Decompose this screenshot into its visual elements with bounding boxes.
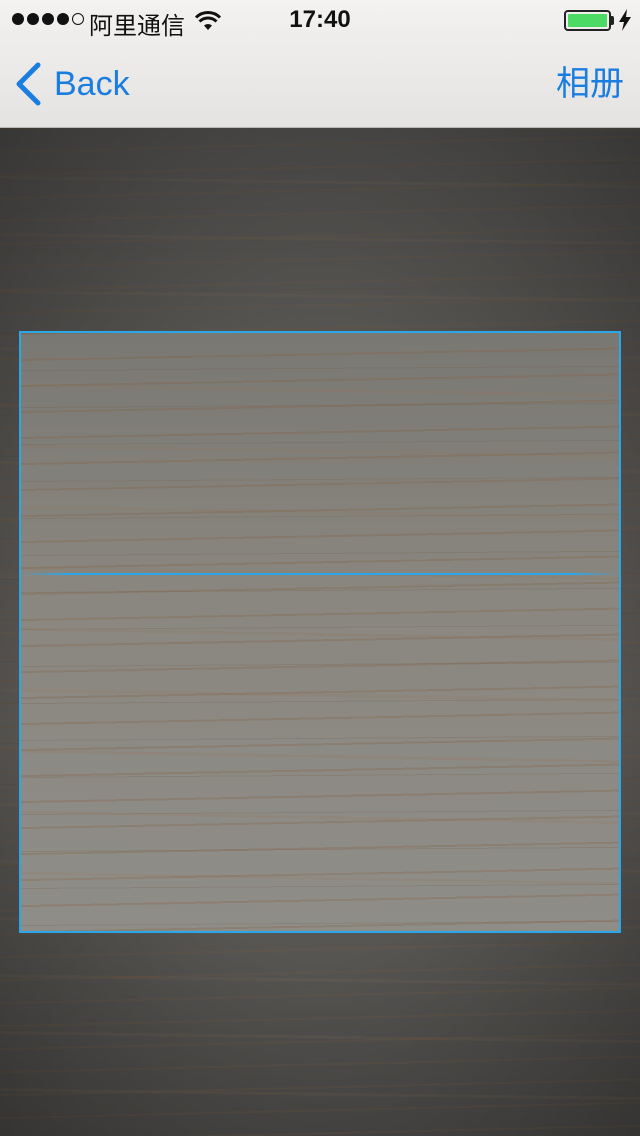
battery-icon	[564, 10, 611, 31]
chevron-left-icon	[14, 62, 42, 106]
photo-album-button[interactable]: 相册	[556, 62, 624, 106]
back-button-label: Back	[54, 64, 130, 103]
camera-preview	[0, 128, 640, 1136]
battery-tip	[611, 16, 614, 25]
navigation-bar: Back 相册	[0, 40, 640, 128]
scan-frame	[19, 331, 621, 933]
back-button[interactable]: Back	[14, 62, 130, 106]
top-chrome: 阿里通信 17:40 Back 相册	[0, 0, 640, 128]
battery-level	[568, 14, 607, 27]
charging-icon	[618, 9, 632, 38]
status-bar: 阿里通信 17:40	[0, 0, 640, 40]
status-time: 17:40	[289, 6, 351, 33]
scan-line	[20, 573, 620, 575]
